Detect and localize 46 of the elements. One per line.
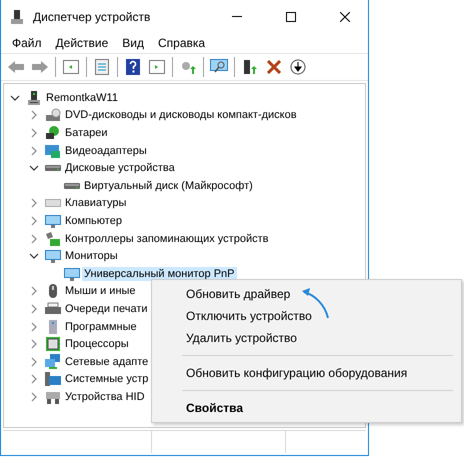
- disc-drive-icon: [45, 107, 61, 124]
- menu-item[interactable]: Отключить устройство: [152, 305, 461, 327]
- window-title: Диспетчер устройств: [33, 10, 152, 24]
- monitor-icon: [45, 212, 61, 229]
- tree-item[interactable]: Дисковые устройства: [63, 161, 177, 176]
- monitor-icon: [64, 266, 80, 282]
- tree-item[interactable]: Универсальный монитор PnP: [82, 266, 237, 281]
- close-icon: [340, 12, 350, 22]
- battery-icon: [45, 124, 61, 141]
- system-device-icon: [45, 371, 61, 388]
- menu-item[interactable]: Действие: [48, 34, 116, 52]
- network-icon: [45, 354, 61, 370]
- tree-item[interactable]: Компьютер: [63, 214, 124, 228]
- disk-drive-icon: [64, 182, 80, 189]
- processor-icon: [45, 336, 61, 352]
- menu-item[interactable]: Вид: [115, 34, 151, 52]
- tree-item[interactable]: Программные: [63, 320, 139, 334]
- app-icon: [9, 8, 25, 24]
- menu-item[interactable]: Обновить драйвер: [152, 283, 461, 305]
- storage-controller-icon: [45, 230, 61, 247]
- display-adapter-icon: [45, 142, 61, 159]
- menu-item[interactable]: Обновить конфигурацию оборудования: [152, 362, 461, 384]
- printer-icon: [45, 300, 61, 317]
- tree-item[interactable]: Видеоадаптеры: [63, 144, 149, 158]
- tree-item[interactable]: Виртуальный диск (Майкрософт): [82, 178, 255, 193]
- tree-item[interactable]: Мониторы: [63, 249, 120, 264]
- tree-item[interactable]: Системные устр: [63, 372, 150, 386]
- monitor-icon: [45, 248, 61, 264]
- tree-item[interactable]: Мыши и иные: [63, 284, 138, 298]
- maximize-icon: [286, 12, 296, 22]
- disk-drive-icon: [45, 165, 61, 172]
- tree-item[interactable]: Батареи: [63, 126, 110, 140]
- tree-item[interactable]: RemontkaW11: [44, 90, 120, 105]
- tree-item[interactable]: Процессоры: [63, 337, 131, 352]
- menu-item[interactable]: Файл: [5, 34, 49, 52]
- menu-item[interactable]: Свойства: [152, 397, 461, 419]
- tree-item[interactable]: DVD-дисководы и дисководы компакт-дисков: [63, 108, 299, 122]
- tree-item[interactable]: Контроллеры запоминающих устройств: [63, 232, 270, 246]
- tree-item[interactable]: Клавиатуры: [63, 196, 128, 210]
- tree-item[interactable]: Сетевые адапте: [63, 354, 150, 369]
- menu-item[interactable]: Удалить устройство: [152, 327, 461, 349]
- minimize-icon: [232, 16, 242, 17]
- computer-icon: [26, 90, 42, 106]
- tree-item[interactable]: Устройства HID: [63, 390, 147, 404]
- menu-item[interactable]: Справка: [151, 34, 212, 52]
- tree-item[interactable]: Очереди печати: [63, 302, 150, 316]
